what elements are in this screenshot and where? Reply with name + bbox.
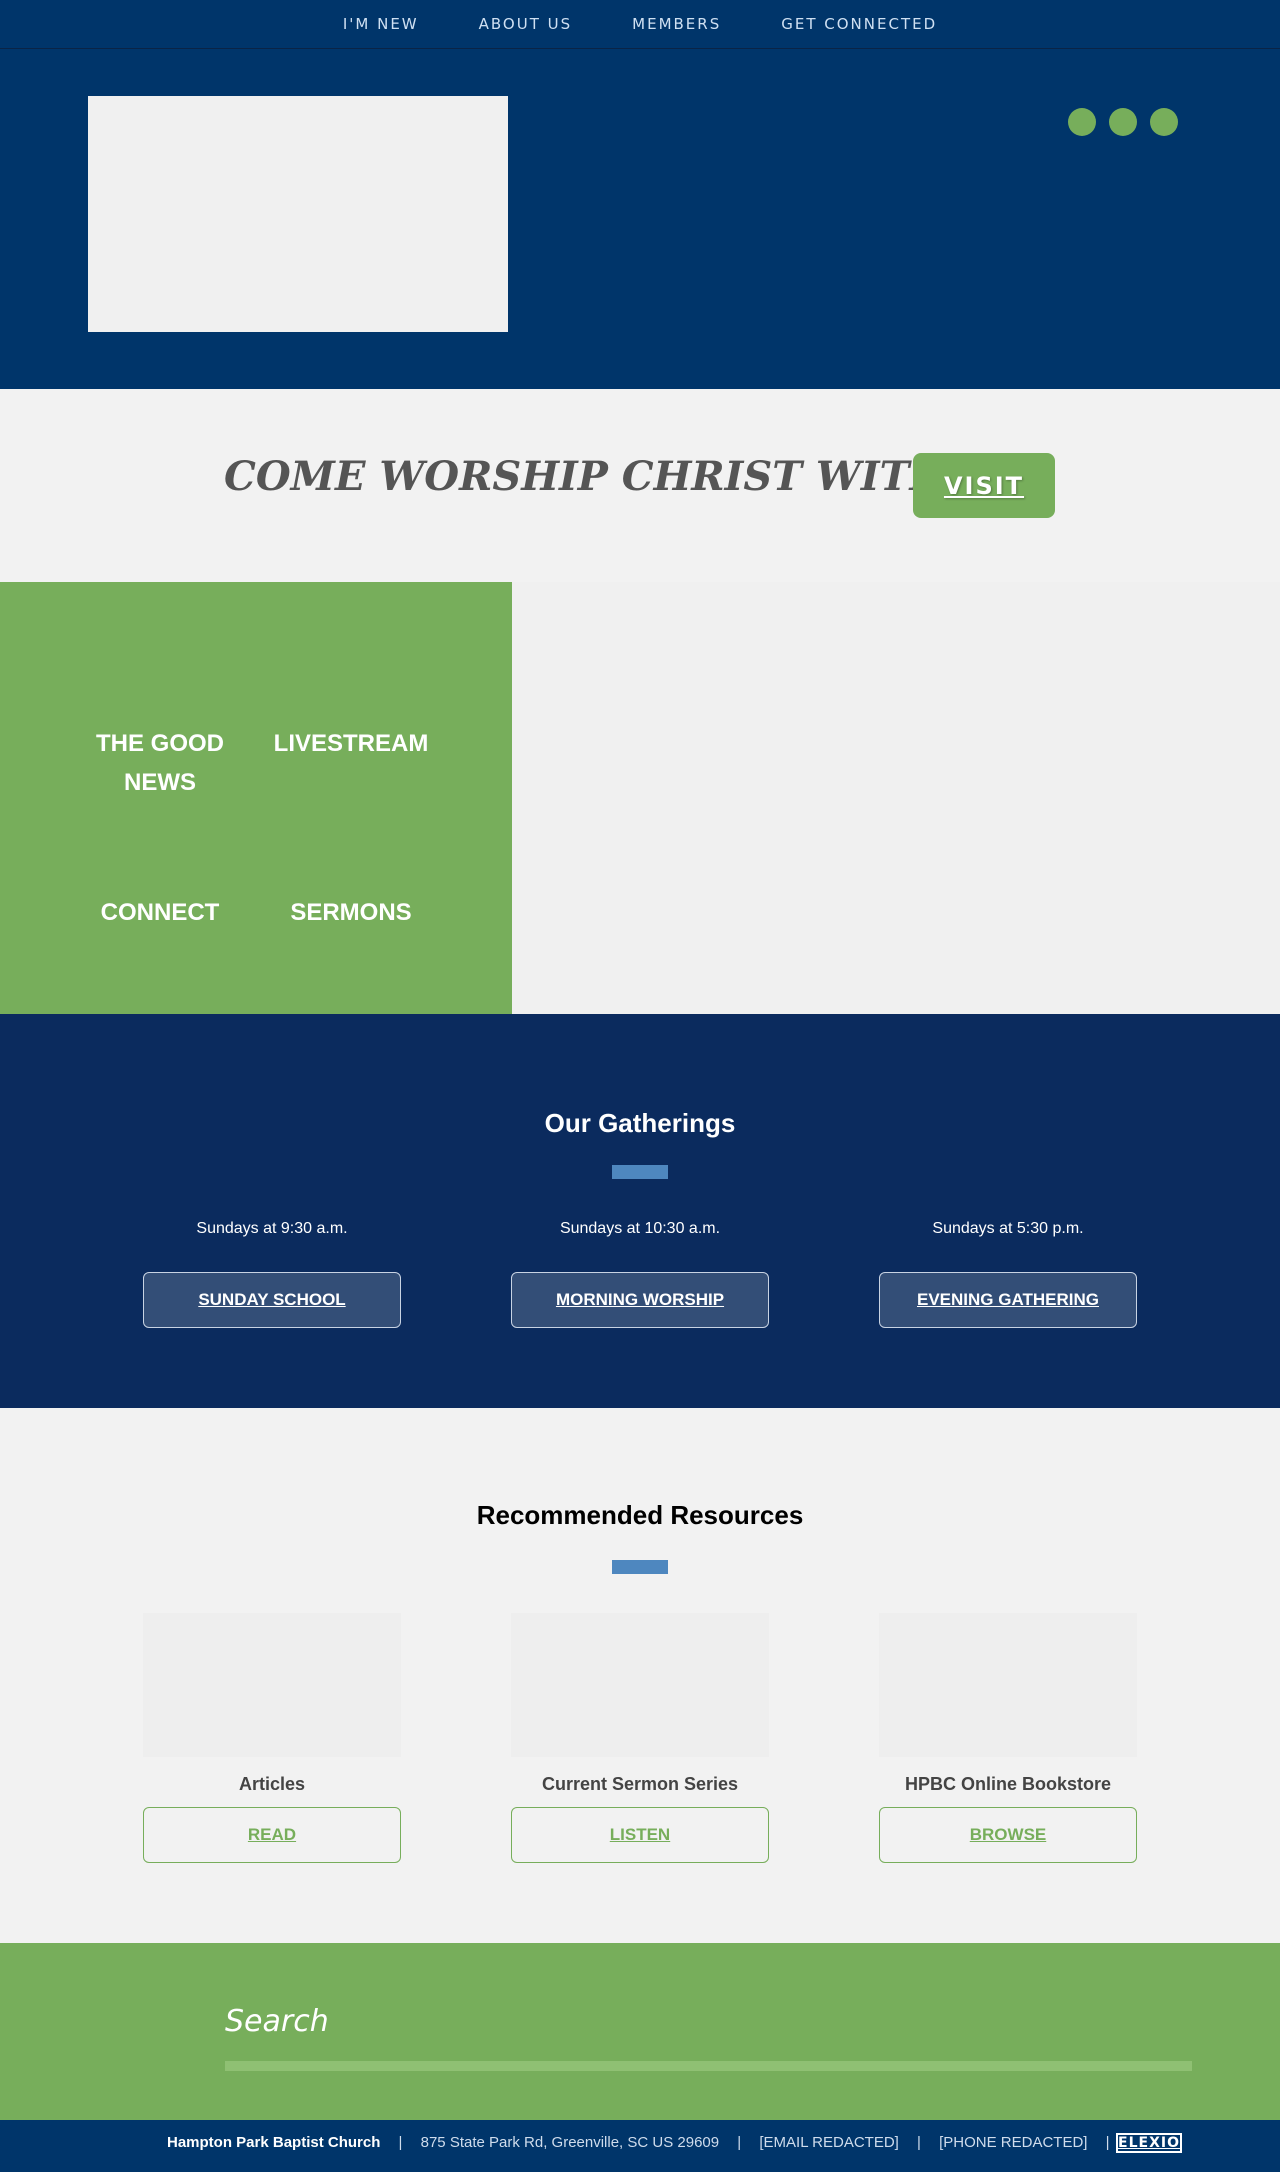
- resource-image-bookstore[interactable]: [879, 1613, 1137, 1757]
- resources-section: Recommended Resources Articles READ Curr…: [0, 1408, 1280, 1943]
- morning-worship-button[interactable]: MORNING WORSHIP: [511, 1272, 769, 1328]
- gatherings-title: Our Gatherings: [544, 1108, 736, 1138]
- visit-button[interactable]: VISIT: [913, 453, 1055, 518]
- nav-item-members[interactable]: MEMBERS: [632, 15, 721, 33]
- logo-placeholder[interactable]: [88, 96, 508, 332]
- footer-email-link[interactable]: [EMAIL REDACTED]: [759, 2134, 898, 2151]
- footer-separator: |: [1105, 2134, 1110, 2151]
- section-divider: [612, 1560, 668, 1574]
- read-button[interactable]: READ: [143, 1807, 401, 1863]
- feature-image-placeholder: [512, 582, 1280, 1014]
- nav-item-im-new[interactable]: I'M NEW: [343, 15, 419, 33]
- footer-separator: |: [737, 2134, 742, 2151]
- footer-separator: |: [917, 2134, 921, 2151]
- quick-link-sermons[interactable]: SERMONS: [251, 893, 451, 932]
- social-icon-3[interactable]: [1150, 108, 1178, 136]
- elexio-logo[interactable]: ELEXIO: [1116, 2133, 1182, 2153]
- site-header: [0, 49, 1280, 389]
- banner-title: COME WORSHIP CHRIST WITH US: [224, 453, 1025, 500]
- quick-link-good-news[interactable]: THE GOOD NEWS: [60, 724, 260, 802]
- nav-item-get-connected[interactable]: GET CONNECTED: [781, 15, 937, 33]
- footer-church-name: Hampton Park Baptist Church: [167, 2134, 381, 2151]
- nav-item-about-us[interactable]: ABOUT US: [479, 15, 573, 33]
- footer-address: 875 State Park Rd, Greenville, SC US 296…: [420, 2134, 720, 2151]
- resource-image-articles[interactable]: [143, 1613, 401, 1757]
- site-footer: Hampton Park Baptist Church | 875 State …: [0, 2120, 1280, 2172]
- resource-title: HPBC Online Bookstore: [904, 1774, 1112, 1794]
- top-navigation: I'M NEW ABOUT US MEMBERS GET CONNECTED: [0, 0, 1280, 49]
- social-icon-1[interactable]: [1068, 108, 1096, 136]
- gathering-time: Sundays at 5:30 p.m.: [932, 1220, 1084, 1237]
- gatherings-section: Our Gatherings Sundays at 9:30 a.m. SUND…: [0, 1014, 1280, 1408]
- gathering-time: Sundays at 9:30 a.m.: [196, 1220, 348, 1237]
- footer-separator: |: [398, 2134, 403, 2151]
- quick-link-connect[interactable]: CONNECT: [60, 893, 260, 932]
- worship-banner: COME WORSHIP CHRIST WITH US VISIT: [0, 389, 1280, 582]
- resources-title: Recommended Resources: [476, 1500, 804, 1530]
- search-input[interactable]: [225, 1998, 1192, 2044]
- sunday-school-button[interactable]: SUNDAY SCHOOL: [143, 1272, 401, 1328]
- browse-button[interactable]: BROWSE: [879, 1807, 1137, 1863]
- search-section: [0, 1943, 1280, 2120]
- listen-button[interactable]: LISTEN: [511, 1807, 769, 1863]
- social-icon-2[interactable]: [1109, 108, 1137, 136]
- resource-title: Articles: [238, 1774, 306, 1794]
- resource-image-sermon-series[interactable]: [511, 1613, 769, 1757]
- resource-title: Current Sermon Series: [541, 1774, 739, 1794]
- quick-links-panel: THE GOOD NEWS LIVESTREAM CONNECT SERMONS: [0, 582, 512, 1014]
- quick-link-livestream[interactable]: LIVESTREAM: [251, 724, 451, 763]
- footer-contact: Hampton Park Baptist Church | 875 State …: [167, 2134, 1124, 2151]
- search-underline: [225, 2061, 1192, 2071]
- section-divider: [612, 1165, 668, 1179]
- footer-phone-link[interactable]: [PHONE REDACTED]: [939, 2134, 1087, 2151]
- gathering-time: Sundays at 10:30 a.m.: [559, 1220, 721, 1237]
- evening-gathering-button[interactable]: EVENING GATHERING: [879, 1272, 1137, 1328]
